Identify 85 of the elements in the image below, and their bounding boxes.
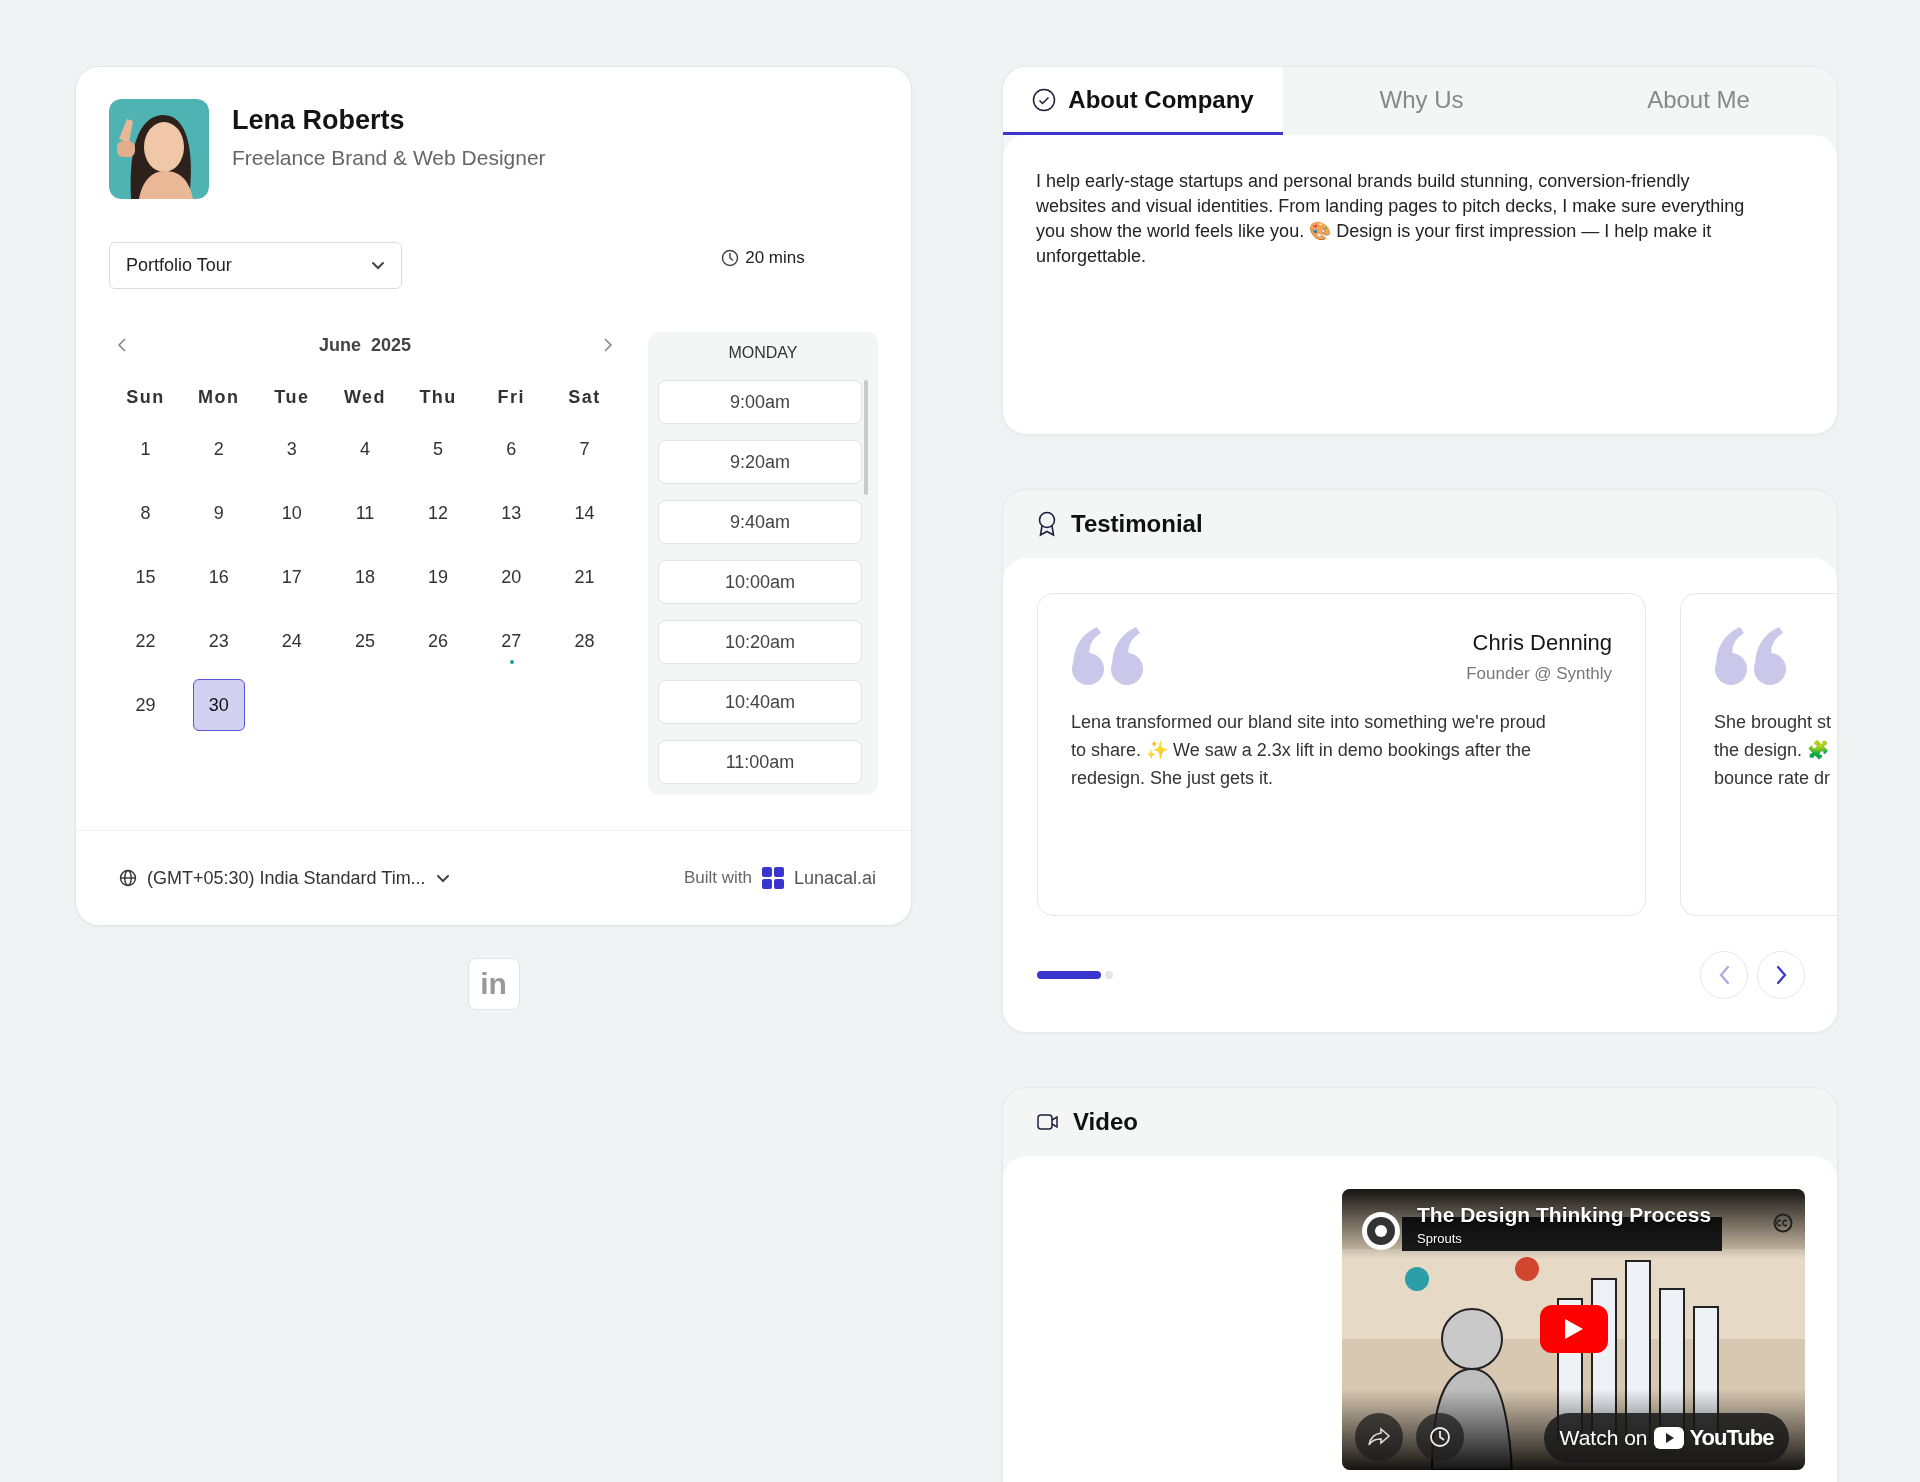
captions-icon[interactable] [1773,1213,1793,1233]
calendar-day[interactable]: 22 [119,615,172,667]
author-name: Chris Denning [1471,630,1612,656]
weekday-header: Mon [196,386,241,408]
check-circle-icon [1032,87,1057,112]
calendar-day[interactable]: 20 [485,551,538,603]
calendar-day[interactable]: 15 [119,551,172,603]
calendar-day[interactable]: 6 [485,423,538,475]
next-button[interactable] [1757,951,1805,999]
weekday-header: Fri [496,386,527,408]
about-text: I help early-stage startups and personal brands build stunning, conversion-friendly websites and visual identities. From landing pages to pitch decks, I make sure everything you show the world feels like you. 🎨 Design is your first impression — I help make it unforgettable. [1036,170,1746,268]
play-icon [1563,1317,1585,1341]
testimonial-text: She brought st the design. 🧩 bounce rate dr [1714,711,1833,790]
award-icon [1037,511,1057,537]
timezone-select[interactable]: (GMT+05:30) India Standard Tim... [147,867,426,889]
weekday-header: Thu [418,386,458,408]
calendar-day[interactable]: 26 [412,615,465,667]
section-title: Video [1073,1108,1138,1136]
time-slot[interactable]: 10:20am [658,620,862,664]
time-slot[interactable]: 9:40am [658,500,862,544]
event-dropdown[interactable]: Portfolio Tour [109,242,402,289]
play-button[interactable] [1540,1305,1608,1353]
time-slot[interactable]: 11:00am [658,740,862,784]
calendar-day[interactable]: 14 [558,487,611,539]
clock-icon [1429,1426,1451,1448]
calendar-day[interactable]: 3 [265,423,318,475]
calendar-day[interactable]: 23 [192,615,245,667]
author-role: Founder @ Synthly [1466,664,1612,684]
next-month-icon[interactable] [603,337,613,353]
profile-role: Freelance Brand & Web Designer [232,146,546,170]
globe-icon [119,869,137,887]
calendar-day[interactable]: 13 [485,487,538,539]
calendar-day[interactable]: 1 [119,423,172,475]
clock-icon [721,249,740,267]
weekday-header: Sat [567,386,602,408]
calendar-day[interactable]: 25 [339,615,391,667]
time-slot[interactable]: 9:20am [658,440,862,484]
calendar-day[interactable]: 10 [265,487,318,539]
slot-day-label: MONDAY [727,344,799,363]
previous-month-icon[interactable] [117,337,127,353]
section-title: Testimonial [1071,510,1203,538]
chevron-down-icon [371,261,385,270]
watch-on-youtube-button[interactable]: Watch on YouTube [1544,1413,1789,1463]
calendar-day[interactable]: 12 [412,487,465,539]
calendar-day[interactable]: 29 [119,679,172,731]
time-slot[interactable]: 9:00am [658,380,862,424]
calendar-day[interactable]: 30 [192,679,245,731]
calendar-day[interactable]: 11 [339,487,391,539]
calendar-day[interactable]: 2 [192,423,245,475]
page-indicator[interactable] [1037,971,1101,979]
calendar-day[interactable]: 28 [558,615,611,667]
testimonial-text: Lena transformed our bland site into something we're proud to share. ✨ We saw a 2.3x lift in demo bookings after the redesign. She just gets it. [1071,711,1547,790]
video-title[interactable]: The Design Thinking Process [1417,1203,1712,1227]
calendar-day[interactable]: 4 [339,423,391,475]
profile-name: Lena Roberts [232,105,406,136]
calendar-day[interactable]: 8 [119,487,172,539]
channel-name[interactable]: Sprouts [1417,1231,1462,1246]
tab[interactable]: About Company [1003,67,1283,135]
calendar-day[interactable]: 17 [265,551,318,603]
calendar-day[interactable]: 5 [412,423,465,475]
weekday-header: Wed [342,386,388,408]
duration-label: 20 mins [745,248,805,268]
time-slot[interactable]: 10:40am [658,680,862,724]
calendar-day[interactable]: 18 [339,551,391,603]
calendar-day[interactable]: 21 [558,551,611,603]
scrollbar[interactable] [864,380,868,495]
calendar-day[interactable]: 19 [412,551,465,603]
weekday-header: Tue [273,386,311,408]
calendar-day[interactable]: 7 [558,423,611,475]
year-label: 2025 [371,334,412,356]
grid-logo-icon [761,867,784,889]
time-slot[interactable]: 10:00am [658,560,862,604]
video-camera-icon [1037,1113,1059,1131]
channel-logo-icon[interactable] [1361,1211,1401,1251]
month-label: June [318,334,361,356]
weekday-header: Sun [125,386,166,408]
play-logo-icon [1653,1427,1684,1449]
calendar-day[interactable]: 27 [485,615,538,667]
calendar-day[interactable]: 16 [192,551,245,603]
built-with-label: Built with [683,868,752,888]
calendar-day[interactable]: 9 [192,487,245,539]
share-icon [1367,1427,1391,1447]
brand-link[interactable]: Lunacal.ai [793,867,876,889]
calendar-day[interactable]: 24 [265,615,318,667]
timezone-chevron-icon [435,873,450,883]
